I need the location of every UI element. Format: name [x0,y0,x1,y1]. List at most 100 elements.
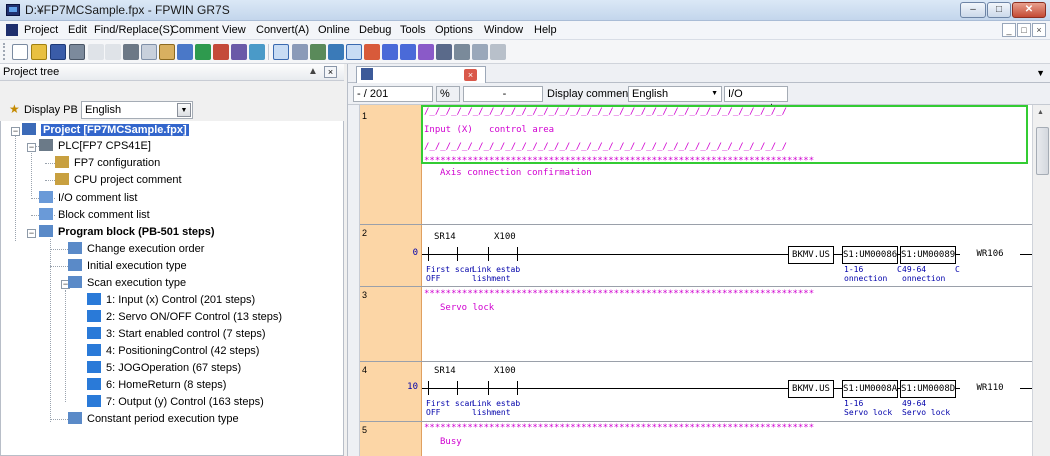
monitor-icon[interactable] [249,44,265,60]
menu-online[interactable]: Online [318,24,350,36]
redo-icon[interactable] [105,44,121,60]
online-edit-icon[interactable] [328,44,344,60]
contact-sr14[interactable] [428,381,458,395]
paste-icon[interactable] [159,44,175,60]
minimize-button[interactable]: – [960,2,986,18]
step-jump-icon[interactable]: % [436,86,460,102]
save-icon[interactable] [50,44,66,60]
expander-program-block[interactable]: − [27,229,36,238]
expander-project[interactable]: − [11,127,20,136]
rung-number-column [360,105,422,456]
mdi-close-icon[interactable]: × [1032,23,1046,37]
chevron-down-icon[interactable]: ▼ [177,103,191,117]
mdi-minimize-icon[interactable]: _ [1002,23,1016,37]
undo-icon[interactable] [88,44,104,60]
menu-help[interactable]: Help [534,24,557,36]
language-select[interactable]: English ▼ [81,101,193,119]
menu-project[interactable]: Project [24,24,58,36]
tree-item-block-comment-list[interactable]: Block comment list [39,207,150,224]
menu-comment[interactable]: Comment [171,24,219,36]
menu-view[interactable]: View [222,24,246,36]
tree-item-project[interactable]: Project [FP7MCSample.fpx] [22,122,189,139]
tree-item-plc[interactable]: PLC[FP7 CPS41E] [39,138,151,155]
delete-icon[interactable] [213,44,229,60]
scroll-up-icon[interactable]: ▲ [1037,109,1044,116]
operand-box[interactable]: S1:UM00089 [900,246,956,264]
menu-tools[interactable]: Tools [400,24,426,36]
tree-item-pb1[interactable]: 1: Input (x) Control (201 steps) [87,292,255,309]
editor-tab[interactable]: × [356,66,486,83]
ladder-diagram[interactable]: 1 /_/_/_/_/_/_/_/_/_/_/_/_/_/_/_/_/_/_/_… [348,105,1050,456]
vertical-scrollbar[interactable]: ▲ [1032,105,1050,456]
insert-icon[interactable] [177,44,193,60]
contact-x100[interactable] [488,381,518,395]
new-file-icon[interactable] [12,44,28,60]
step-field[interactable]: - / 201 [353,86,433,102]
memory-icon[interactable] [454,44,470,60]
menu-find-replace[interactable]: Find/Replace(S) [94,24,173,36]
tree-item-constant-period[interactable]: Constant period execution type [68,411,239,428]
menu-options[interactable]: Options [435,24,473,36]
menu-convert[interactable]: Convert(A) [256,24,309,36]
position-field[interactable]: - [463,86,543,102]
operand-box[interactable]: WR110 [960,380,1020,398]
download-icon[interactable] [382,44,398,60]
tree-item-pb4[interactable]: 4: PositioningControl (42 steps) [87,343,259,360]
tab-close-icon[interactable]: × [464,69,477,81]
more-tools-icon[interactable] [490,44,506,60]
tree-item-scan-type[interactable]: Scan execution type [68,275,186,292]
tree-item-cpu-comment[interactable]: CPU project comment [55,172,182,189]
pin-icon[interactable]: ▲ [308,66,318,77]
contact-x100[interactable] [488,247,518,261]
function-box[interactable]: BKMV.US [788,380,834,398]
compare-icon[interactable] [418,44,434,60]
operand-box[interactable]: S1:UM0008D [900,380,956,398]
tree-item-program-block[interactable]: Program block (PB-501 steps) [39,224,215,241]
convert-icon[interactable] [195,44,211,60]
tree-item-initial-type[interactable]: Initial execution type [68,258,187,275]
menu-debug[interactable]: Debug [359,24,391,36]
open-folder-icon[interactable] [31,44,47,60]
tree-item-fp7-configuration[interactable]: FP7 configuration [55,155,160,172]
mdi-restore-icon[interactable]: □ [1017,23,1031,37]
find-icon[interactable] [231,44,247,60]
tree-item-pb7[interactable]: 7: Output (y) Control (163 steps) [87,394,264,411]
menu-window[interactable]: Window [484,24,523,36]
settings-icon[interactable] [472,44,488,60]
function-box[interactable]: BKMV.US [788,246,834,264]
scrollbar-thumb[interactable] [1036,127,1049,175]
tab-list-dropdown-icon[interactable]: ▼ [1036,68,1045,78]
operand-box[interactable]: S1:UM0008A [842,380,898,398]
tree-item-pb2[interactable]: 2: Servo ON/OFF Control (13 steps) [87,309,282,326]
mode-icon[interactable] [346,44,362,60]
menu-edit[interactable]: Edit [68,24,87,36]
tree-item-pb6[interactable]: 6: HomeReturn (8 steps) [87,377,226,394]
upload-icon[interactable] [400,44,416,60]
tree-item-change-order[interactable]: Change execution order [68,241,204,258]
print-icon[interactable] [69,44,85,60]
io-comment-field[interactable]: I/O comment [724,86,788,114]
toolbar-grip[interactable] [3,43,6,60]
copy-icon[interactable] [141,44,157,60]
tree-item-pb5[interactable]: 5: JOGOperation (67 steps) [87,360,241,377]
rung-comment-line: /_/_/_/_/_/_/_/_/_/_/_/_/_/_/_/_/_/_/_/_… [424,107,788,117]
close-button[interactable]: ✕ [1012,2,1046,18]
maximize-button[interactable]: □ [987,2,1011,18]
program-block-icon[interactable]: ★ [9,102,20,116]
panel-close-icon[interactable]: × [324,66,337,78]
plc-status-icon[interactable] [436,44,452,60]
ladder-view-icon[interactable] [273,44,289,60]
operand-box[interactable]: WR106 [960,246,1020,264]
operand-box[interactable]: S1:UM00086 [842,246,898,264]
expander-plc[interactable]: − [27,143,36,152]
document-icon[interactable] [6,24,18,36]
cut-icon[interactable] [123,44,139,60]
chevron-down-icon[interactable]: ▼ [711,87,718,101]
tree-item-pb3[interactable]: 3: Start enabled control (7 steps) [87,326,266,343]
grid-view-icon[interactable] [292,44,308,60]
tree-item-io-comment-list[interactable]: I/O comment list [39,190,137,207]
compile-icon[interactable] [310,44,326,60]
comments-language-select[interactable]: English ▼ [628,86,722,102]
run-icon[interactable] [364,44,380,60]
contact-sr14[interactable] [428,247,458,261]
